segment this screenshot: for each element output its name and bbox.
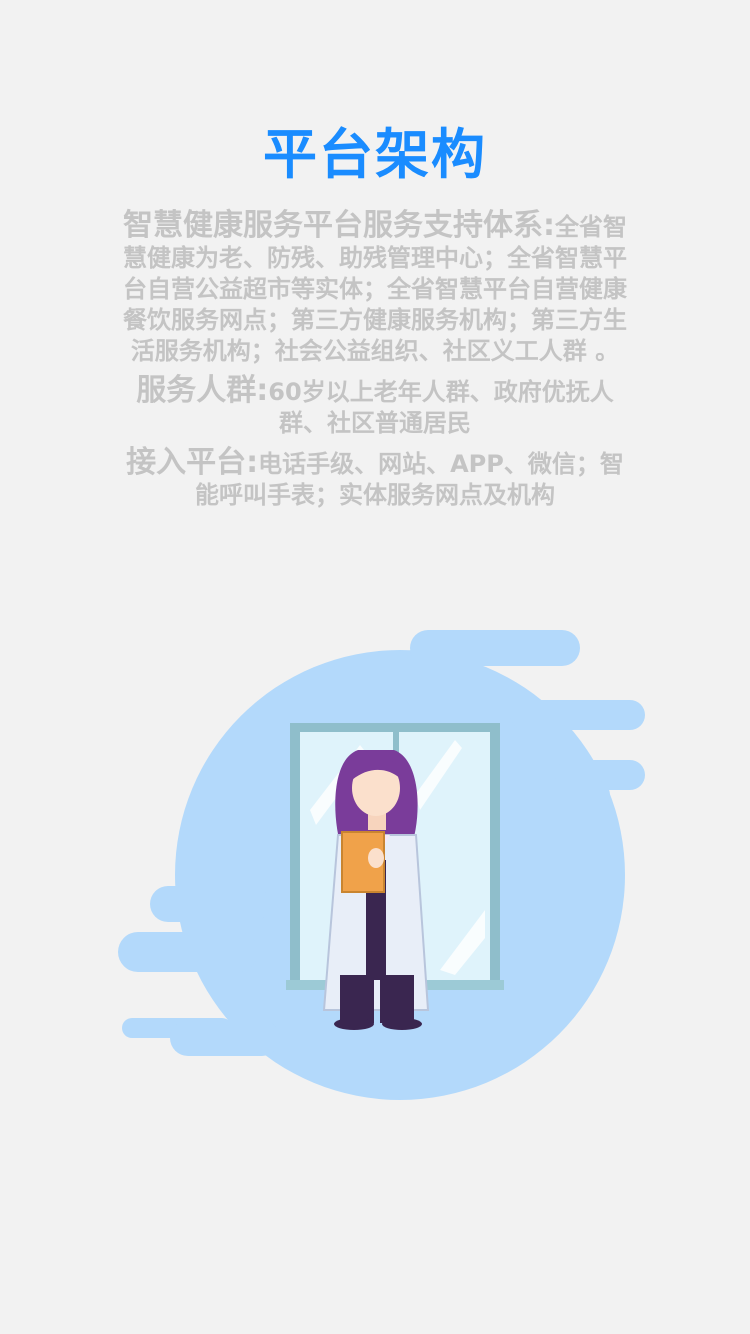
paragraph-support-system: 智慧健康服务平台服务支持体系:全省智慧健康为老、防残、助残管理中心；全省智慧平台… (118, 210, 632, 367)
description-text: 智慧健康服务平台服务支持体系:全省智慧健康为老、防残、助残管理中心；全省智慧平台… (118, 210, 632, 519)
paragraph-service-population: 服务人群:60岁以上老年人群、政府优抚人群、社区普通居民 (118, 375, 632, 439)
paragraph-body: 60岁以上老年人群、政府优抚人群、社区普通居民 (268, 378, 614, 437)
paragraph-lead: 接入平台: (126, 445, 259, 480)
page-title: 平台架构 (263, 123, 487, 186)
clipboard-icon (341, 831, 385, 893)
paragraph-access-platform: 接入平台:电话手级、网站、APP、微信；智能呼叫手表；实体服务网点及机构 (118, 447, 632, 511)
paragraph-body: 电话手级、网站、APP、微信；智能呼叫手表；实体服务网点及机构 (195, 450, 624, 509)
doctor-illustration (118, 630, 645, 1100)
paragraph-lead: 服务人群: (136, 373, 269, 408)
paragraph-lead: 智慧健康服务平台服务支持体系: (123, 208, 555, 243)
